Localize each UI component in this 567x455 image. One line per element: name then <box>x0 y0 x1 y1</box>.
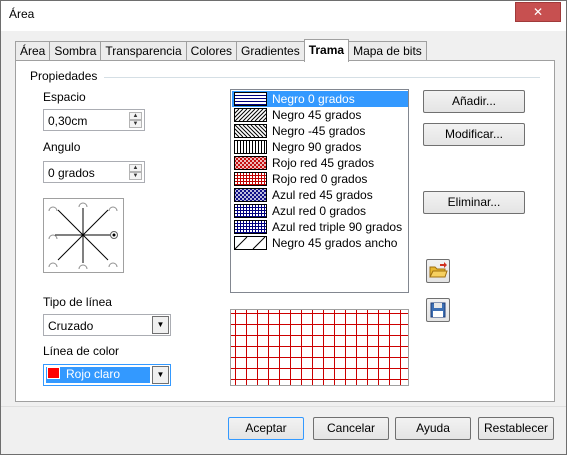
load-hatch-button[interactable] <box>426 259 450 283</box>
tab-strip: Área Sombra Transparencia Colores Gradie… <box>15 39 427 62</box>
footer-divider <box>1 406 566 407</box>
hatch-pattern-icon <box>235 173 266 185</box>
chevron-down-icon[interactable]: ▼ <box>152 366 169 384</box>
area-dialog: Área ✕ Área Sombra Transparencia Colores… <box>0 0 567 455</box>
spin-down-icon[interactable]: ▼ <box>129 120 142 128</box>
hatch-swatch <box>222 156 288 170</box>
group-divider <box>104 77 540 78</box>
hatch-list-item-label: Rojo red 45 grados <box>272 156 375 170</box>
hatch-pattern-icon <box>237 141 265 153</box>
delete-button[interactable]: Eliminar... <box>423 191 525 214</box>
hatch-swatch <box>234 204 267 218</box>
angle-label: Angulo <box>43 140 81 154</box>
hatch-swatch <box>234 92 267 106</box>
hatch-pattern-icon <box>235 205 266 217</box>
hatch-swatch <box>234 236 267 250</box>
chevron-down-icon[interactable]: ▼ <box>152 316 169 334</box>
hatch-list-item-label: Azul red 45 grados <box>272 188 373 202</box>
open-folder-icon[interactable] <box>427 260 449 282</box>
spacing-field[interactable]: 0,30cm ▲ ▼ <box>43 109 145 131</box>
hatch-list-item[interactable]: Negro 0 grados <box>232 91 408 107</box>
spin-up-icon[interactable]: ▲ <box>129 164 142 172</box>
tab-colors[interactable]: Colores <box>185 41 238 61</box>
hatch-swatch <box>222 108 288 122</box>
ok-button[interactable]: Aceptar <box>228 417 304 440</box>
hatch-swatch <box>234 220 267 234</box>
hatch-list-item-label: Rojo red 0 grados <box>272 172 368 186</box>
hatch-list-item[interactable]: Negro 45 grados ancho <box>232 235 408 251</box>
angle-stepper[interactable]: ▲ ▼ <box>129 164 142 180</box>
cancel-button[interactable]: Cancelar <box>313 417 389 440</box>
angle-compass-icon[interactable] <box>44 199 123 272</box>
hatch-list-item-label: Azul red 0 grados <box>272 204 367 218</box>
hatch-swatch <box>222 124 288 138</box>
hatch-swatch <box>222 188 288 202</box>
hatch-list-item[interactable]: Rojo red 0 grados <box>232 171 408 187</box>
tab-shadow[interactable]: Sombra <box>49 41 102 61</box>
close-button[interactable]: ✕ <box>515 2 561 22</box>
line-color-select[interactable]: Rojo claro ▼ <box>43 364 171 386</box>
hatch-pattern-icon <box>222 124 288 138</box>
hatch-preview-grid <box>231 310 408 385</box>
hatch-pattern-icon <box>222 156 288 170</box>
properties-group-label: Propiedades <box>30 69 98 83</box>
line-type-value[interactable]: Cruzado <box>48 319 93 333</box>
hatch-list-item[interactable]: Rojo red 45 grados <box>222 155 408 171</box>
modify-button[interactable]: Modificar... <box>423 123 525 146</box>
spacing-label: Espacio <box>43 90 86 104</box>
hatch-preview <box>230 309 409 386</box>
hatch-list-item-label: Negro 0 grados <box>272 92 355 106</box>
hatch-list-item-label: Negro 45 grados ancho <box>272 236 398 250</box>
tab-area[interactable]: Área <box>15 41 51 61</box>
tab-gradients[interactable]: Gradientes <box>236 41 305 61</box>
hatch-list-item[interactable]: Azul red 45 grados <box>222 187 408 203</box>
reset-button[interactable]: Restablecer <box>478 417 554 440</box>
hatch-list-item[interactable]: Azul red 0 grados <box>232 203 408 219</box>
line-color-value[interactable]: Rojo claro <box>66 367 120 381</box>
hatching-panel: Propiedades Espacio 0,30cm ▲ ▼ Angulo 0 … <box>15 60 555 402</box>
angle-value[interactable]: 0 grados <box>48 166 95 180</box>
hatch-list-item[interactable]: Azul red triple 90 grados <box>232 219 408 235</box>
line-color-label: Línea de color <box>43 344 120 358</box>
tab-hatching[interactable]: Trama <box>303 39 350 62</box>
hatch-pattern-icon <box>234 236 266 250</box>
hatch-list-item[interactable]: Negro -45 grados <box>222 123 408 139</box>
hatch-list-item-label: Negro 45 grados <box>272 108 362 122</box>
color-swatch <box>47 367 60 379</box>
tab-transparency[interactable]: Transparencia <box>100 41 187 61</box>
spin-down-icon[interactable]: ▼ <box>129 172 142 180</box>
add-button[interactable]: Añadir... <box>423 90 525 113</box>
hatch-swatch <box>234 140 267 154</box>
title-bar: Área ✕ <box>1 1 566 31</box>
help-button[interactable]: Ayuda <box>395 417 471 440</box>
angle-selector[interactable] <box>43 198 124 273</box>
hatch-pattern-icon <box>222 188 288 202</box>
save-hatch-button[interactable] <box>426 298 450 322</box>
spacing-value[interactable]: 0,30cm <box>48 114 87 128</box>
window-title: Área <box>9 7 35 21</box>
hatch-list-item-label: Azul red triple 90 grados <box>272 220 403 234</box>
line-type-select[interactable]: Cruzado ▼ <box>43 314 171 336</box>
hatch-list-item[interactable]: Negro 90 grados <box>232 139 408 155</box>
spin-up-icon[interactable]: ▲ <box>129 112 142 120</box>
angle-field[interactable]: 0 grados ▲ ▼ <box>43 161 145 183</box>
tab-bitmap[interactable]: Mapa de bits <box>348 41 427 61</box>
hatch-pattern-icon <box>222 108 288 122</box>
hatch-pattern-icon <box>235 221 266 233</box>
hatch-list-item-label: Negro 90 grados <box>272 140 362 154</box>
floppy-save-icon[interactable] <box>427 299 449 321</box>
line-type-label: Tipo de línea <box>43 295 112 309</box>
hatch-list-item-label: Negro -45 grados <box>272 124 366 138</box>
hatch-swatch <box>234 172 267 186</box>
hatch-pattern-icon <box>235 95 266 105</box>
spacing-stepper[interactable]: ▲ ▼ <box>129 112 142 128</box>
hatch-list-item[interactable]: Negro 45 grados <box>222 107 408 123</box>
hatch-list[interactable]: Negro 0 grados Negro 45 grados Negro -45 g… <box>222 89 409 293</box>
